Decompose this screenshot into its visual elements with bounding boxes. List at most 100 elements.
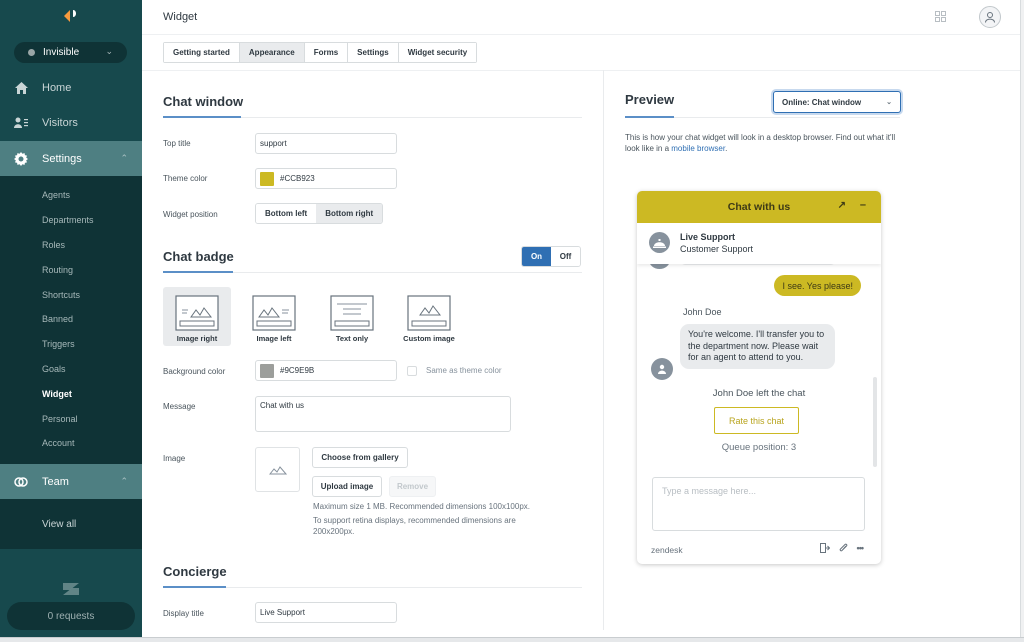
sidebar-item-settings[interactable]: Settings ⌃ — [0, 141, 142, 176]
position-bottom-right[interactable]: Bottom right — [316, 204, 383, 223]
message-label: Message — [163, 402, 196, 411]
layout-image-right[interactable]: Image right — [163, 287, 231, 346]
subnav-item-personal[interactable]: Personal — [0, 406, 142, 431]
section-title: Chat badge — [163, 249, 234, 264]
mobile-browser-link[interactable]: mobile browser — [671, 144, 725, 153]
rate-chat-button[interactable]: Rate this chat — [714, 407, 799, 434]
subnav-item-banned[interactable]: Banned — [0, 307, 142, 332]
layout-image-left[interactable]: Image left — [240, 287, 308, 346]
same-as-theme-checkbox[interactable] — [407, 366, 417, 376]
top-header: Widget — [142, 0, 1020, 35]
status-selector[interactable]: Invisible ⌄ — [14, 42, 127, 63]
tab-forms[interactable]: Forms — [304, 43, 349, 62]
subnav-item-triggers[interactable]: Triggers — [0, 332, 142, 357]
tab-settings[interactable]: Settings — [348, 43, 399, 62]
preview-desc-text: This is how your chat widget will look i… — [625, 133, 896, 153]
message-input[interactable]: Type a message here... — [652, 477, 865, 531]
section-title: Chat window — [163, 94, 244, 109]
subnav-item-widget[interactable]: Widget — [0, 381, 142, 406]
background-color-input[interactable]: #9C9E9B — [255, 360, 397, 381]
chevron-down-icon: ⌄ — [105, 46, 113, 56]
layout-label: Custom image — [403, 334, 455, 343]
same-as-theme-label: Same as theme color — [426, 366, 502, 375]
minimize-icon[interactable]: – — [860, 199, 866, 211]
user-icon — [658, 364, 666, 374]
sidebar-item-team[interactable]: Team ⌃ — [0, 464, 142, 499]
attachment-icon[interactable] — [839, 543, 848, 553]
theme-color-value: #CCB923 — [280, 174, 315, 183]
widget-position-label: Widget position — [163, 210, 218, 219]
display-title-input[interactable]: Live Support — [255, 602, 397, 623]
agent-info-bar: Live Support Customer Support — [637, 223, 881, 264]
column-divider — [603, 70, 604, 630]
sidebar-item-label: Visitors — [42, 116, 78, 129]
grid-icon[interactable] — [935, 11, 946, 22]
top-title-input[interactable]: support — [255, 133, 397, 154]
theme-color-input[interactable]: #CCB923 — [255, 168, 397, 189]
image-left-layout-icon — [252, 295, 296, 331]
theme-color-label: Theme color — [163, 174, 208, 183]
choose-from-gallery-button[interactable]: Choose from gallery — [312, 447, 408, 468]
background-color-swatch[interactable] — [260, 363, 274, 378]
subnav-item-goals[interactable]: Goals — [0, 357, 142, 382]
subnav-item-account[interactable]: Account — [0, 431, 142, 456]
top-title-label: Top title — [163, 139, 191, 148]
theme-color-swatch[interactable] — [260, 171, 274, 186]
subnav-item-routing[interactable]: Routing — [0, 257, 142, 282]
more-options-icon[interactable]: ••• — [857, 543, 865, 553]
preview-mode-value: Online: Chat window — [782, 97, 862, 107]
subnav-item-departments[interactable]: Departments — [0, 208, 142, 233]
chevron-down-icon: ⌄ — [886, 99, 892, 106]
content-divider — [142, 70, 1020, 71]
app-logo-icon — [64, 10, 76, 22]
zendesk-brand: zendesk — [651, 545, 683, 555]
section-underline — [163, 586, 226, 588]
toggle-off[interactable]: Off — [551, 247, 580, 266]
service-bell-icon — [653, 238, 666, 248]
subnav-item-roles[interactable]: Roles — [0, 233, 142, 258]
home-icon — [14, 81, 28, 95]
status-dot-icon — [28, 49, 35, 56]
position-bottom-left[interactable]: Bottom left — [256, 204, 317, 223]
display-title-label: Display title — [163, 609, 204, 618]
layout-custom-image[interactable]: Custom image — [395, 287, 463, 346]
requests-button[interactable]: 0 requests — [7, 602, 135, 630]
tab-appearance[interactable]: Appearance — [239, 43, 305, 62]
message-textarea[interactable]: Chat with us — [255, 396, 511, 432]
toggle-on[interactable]: On — [522, 247, 551, 266]
sidebar-item-label: Team — [42, 475, 69, 488]
sidebar-item-visitors[interactable]: Visitors — [0, 105, 142, 140]
background-color-label: Background color — [163, 367, 226, 376]
chat-scrollbar[interactable] — [873, 377, 877, 467]
custom-image-layout-icon — [407, 295, 451, 331]
chevron-up-icon: ⌃ — [120, 153, 128, 163]
preview-description: This is how your chat widget will look i… — [625, 132, 910, 154]
subnav-item-agents[interactable]: Agents — [0, 183, 142, 208]
profile-avatar[interactable] — [979, 6, 1001, 28]
section-title: Concierge — [163, 564, 227, 579]
tab-widget-security[interactable]: Widget security — [398, 43, 477, 62]
image-right-layout-icon — [175, 295, 219, 331]
gear-icon — [14, 151, 28, 166]
layout-text-only[interactable]: Text only — [318, 287, 386, 346]
upload-image-button[interactable]: Upload image — [312, 476, 382, 497]
image-label: Image — [163, 454, 186, 463]
layout-label: Text only — [335, 334, 369, 343]
chat-widget-preview: Chat with us ↗ – Live Support Customer S… — [637, 191, 881, 564]
image-hint-size: Maximum size 1 MB. Recommended dimension… — [313, 502, 530, 511]
end-chat-icon[interactable] — [819, 543, 830, 553]
subnav-item-view-all[interactable]: View all — [0, 499, 142, 549]
subnav-item-shortcuts[interactable]: Shortcuts — [0, 282, 142, 307]
preview-mode-select[interactable]: Online: Chat window ⌄ — [773, 91, 901, 113]
popout-icon[interactable]: ↗ — [838, 200, 846, 211]
sidebar: Invisible ⌄ Home Visitors Settings ⌃ Age… — [0, 0, 142, 638]
window-bottom-edge — [0, 637, 1024, 642]
layout-label: Image right — [176, 334, 218, 343]
preview-desc-suffix: . — [725, 144, 728, 153]
chat-badge-section-header: Chat badge — [163, 249, 582, 273]
remove-image-button[interactable]: Remove — [389, 476, 436, 497]
tab-getting-started[interactable]: Getting started — [164, 43, 240, 62]
section-underline — [163, 116, 241, 118]
sidebar-item-home[interactable]: Home — [0, 70, 142, 105]
chat-badge-toggle: On Off — [521, 246, 581, 267]
